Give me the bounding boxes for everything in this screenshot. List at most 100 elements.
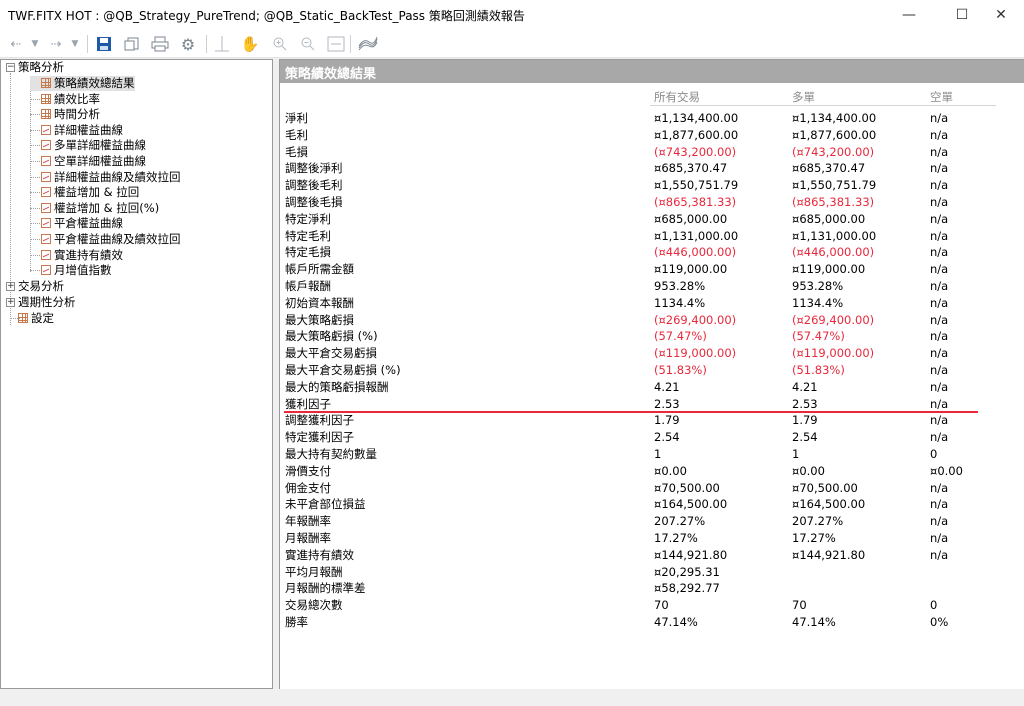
cell-short: n/a bbox=[930, 245, 949, 260]
cell-long: (¤119,000.00) bbox=[792, 346, 875, 361]
cell-short: n/a bbox=[930, 144, 949, 159]
cell-short: n/a bbox=[930, 127, 949, 142]
cell-long: 2.54 bbox=[792, 430, 818, 445]
cell-short: n/a bbox=[930, 312, 949, 327]
tree-item[interactable]: 權益增加 & 拉回 bbox=[30, 185, 139, 200]
hand-icon[interactable]: ✋ bbox=[240, 34, 260, 54]
grid-icon bbox=[41, 93, 51, 104]
forward-icon[interactable]: ⇢ bbox=[46, 34, 66, 54]
cell-all: ¤144,921.80 bbox=[654, 547, 728, 562]
table-row: 最大平倉交易虧損 (¤119,000.00) (¤119,000.00) n/a bbox=[280, 345, 1024, 362]
tree-node-periodic-analysis[interactable]: 週期性分析 bbox=[18, 295, 76, 310]
tree-item[interactable]: 時間分析 bbox=[30, 107, 100, 122]
back-dropdown-icon[interactable]: ▼ bbox=[28, 34, 42, 54]
row-label: 毛損 bbox=[285, 144, 308, 159]
table-row: 特定淨利 ¤685,000.00 ¤685,000.00 n/a bbox=[280, 211, 1024, 228]
cell-long: 953.28% bbox=[792, 279, 844, 293]
tree-node-trade-analysis[interactable]: 交易分析 bbox=[18, 279, 64, 294]
zoom-in-icon[interactable] bbox=[270, 34, 290, 54]
row-label: 帳戶報酬 bbox=[285, 279, 331, 293]
back-icon[interactable]: ⇠ bbox=[6, 34, 26, 54]
cell-long: 47.14% bbox=[792, 615, 836, 629]
cell-all: 47.14% bbox=[654, 615, 698, 629]
row-label: 調整後淨利 bbox=[285, 161, 343, 176]
tree-item[interactable]: 權益增加 & 拉回(%) bbox=[30, 201, 159, 216]
cell-long: (57.47%) bbox=[792, 329, 845, 344]
cell-long: 4.21 bbox=[792, 379, 818, 394]
report-tree: − 策略分析 策略績效總結果 績效比率 時間分析 詳細權益曲線 多單詳細權益曲線 空單詳細… bbox=[0, 59, 273, 689]
table-row: 特定毛利 ¤1,131,000.00 ¤1,131,000.00 n/a bbox=[280, 228, 1024, 245]
tree-item[interactable]: 實進持有績效 bbox=[30, 248, 123, 263]
cell-long: ¤164,500.00 bbox=[792, 497, 866, 512]
cell-long: ¤119,000.00 bbox=[792, 262, 866, 277]
report-title: 策略績效總結果 bbox=[285, 67, 377, 82]
tree-item[interactable]: 詳細權益曲線及績效拉回 bbox=[30, 170, 181, 185]
grid-icon bbox=[18, 313, 28, 323]
tree-item[interactable]: 月增值指數 bbox=[30, 263, 112, 278]
row-label: 特定淨利 bbox=[285, 211, 331, 226]
row-label: 滑價支付 bbox=[285, 463, 331, 478]
tree-node-settings[interactable]: 設定 bbox=[18, 311, 54, 326]
cell-all: (¤446,000.00) bbox=[654, 245, 737, 260]
table-row: 最大持有契約數量 1 1 0 bbox=[280, 446, 1024, 463]
tree-item[interactable]: 績效比率 bbox=[30, 92, 100, 107]
row-label: 年報酬率 bbox=[285, 514, 331, 529]
copy-icon[interactable] bbox=[122, 34, 142, 54]
table-row: 帳戶所需金額 ¤119,000.00 ¤119,000.00 n/a bbox=[280, 261, 1024, 278]
tree-node-strategy-analysis[interactable]: 策略分析 bbox=[18, 60, 64, 75]
tree-item[interactable]: 詳細權益曲線 bbox=[30, 123, 123, 138]
tree-item[interactable]: 空單詳細權益曲線 bbox=[30, 154, 146, 169]
cell-long: ¤70,500.00 bbox=[792, 480, 858, 495]
cell-long: ¤1,134,400.00 bbox=[792, 111, 877, 125]
table-row: 調整後淨利 ¤685,370.47 ¤685,370.47 n/a bbox=[280, 160, 1024, 177]
zoom-out-icon[interactable] bbox=[298, 34, 318, 54]
cell-all: (¤743,200.00) bbox=[654, 144, 737, 159]
row-label: 最大的策略虧損報酬 bbox=[285, 379, 389, 394]
print-icon[interactable] bbox=[150, 34, 170, 54]
cell-all: ¤1,131,000.00 bbox=[654, 228, 739, 243]
cell-short: n/a bbox=[930, 161, 949, 176]
row-label: 佣金支付 bbox=[285, 480, 331, 495]
table-row: 月報酬率 17.27% 17.27% n/a bbox=[280, 530, 1024, 547]
title-bar: TWF.FITX HOT : @QB_Strategy_PureTrend; @… bbox=[0, 0, 1024, 30]
forward-dropdown-icon[interactable]: ▼ bbox=[68, 34, 82, 54]
cell-all: ¤119,000.00 bbox=[654, 262, 728, 277]
toolbar-separator bbox=[350, 35, 351, 53]
table-row: 交易總次數 70 70 0 bbox=[280, 597, 1024, 614]
toolbar-separator bbox=[206, 35, 207, 53]
table-row: 淨利 ¤1,134,400.00 ¤1,134,400.00 n/a bbox=[280, 110, 1024, 127]
table-row: 實進持有績效 ¤144,921.80 ¤144,921.80 n/a bbox=[280, 547, 1024, 564]
line-chart-icon bbox=[41, 171, 51, 182]
tree-item[interactable]: 多單詳細權益曲線 bbox=[30, 138, 146, 153]
table-row: 平均月報酬 ¤20,295.31 bbox=[280, 564, 1024, 581]
line-chart-icon bbox=[41, 156, 51, 166]
cell-long: 70 bbox=[792, 598, 807, 613]
cell-long: (¤743,200.00) bbox=[792, 144, 875, 159]
cell-all: 1134.4% bbox=[654, 295, 706, 310]
cell-all: ¤20,295.31 bbox=[654, 564, 720, 579]
app-window: TWF.FITX HOT : @QB_Strategy_PureTrend; @… bbox=[0, 0, 1024, 706]
cell-short: 0% bbox=[930, 615, 949, 629]
fit-icon[interactable] bbox=[326, 34, 346, 54]
tree-item[interactable]: 策略績效總結果 bbox=[30, 76, 135, 91]
chart-style-icon[interactable] bbox=[358, 34, 378, 54]
expand-icon[interactable]: + bbox=[6, 282, 15, 291]
table-row: 最大的策略虧損報酬 4.21 4.21 n/a bbox=[280, 379, 1024, 396]
close-button[interactable]: ✕ bbox=[978, 0, 1024, 30]
settings-icon[interactable]: ⚙ bbox=[178, 34, 198, 54]
expand-icon[interactable]: + bbox=[6, 298, 15, 307]
tree-item[interactable]: 平倉權益曲線 bbox=[30, 216, 123, 231]
line-chart-icon bbox=[41, 124, 51, 135]
save-icon[interactable] bbox=[94, 34, 114, 54]
cell-short: n/a bbox=[930, 262, 949, 277]
crosshair-icon[interactable] bbox=[212, 34, 232, 54]
cell-all: ¤70,500.00 bbox=[654, 480, 720, 495]
cell-short: n/a bbox=[930, 178, 949, 193]
cell-all: 207.27% bbox=[654, 514, 706, 529]
report-header: 策略績效總結果 bbox=[280, 60, 1024, 83]
tree-item[interactable]: 平倉權益曲線及績效拉回 bbox=[30, 232, 181, 247]
row-label: 未平倉部位損益 bbox=[285, 497, 366, 512]
minimize-button[interactable]: — bbox=[886, 0, 932, 30]
collapse-icon[interactable]: − bbox=[6, 63, 15, 72]
cell-long: (¤269,400.00) bbox=[792, 312, 875, 327]
